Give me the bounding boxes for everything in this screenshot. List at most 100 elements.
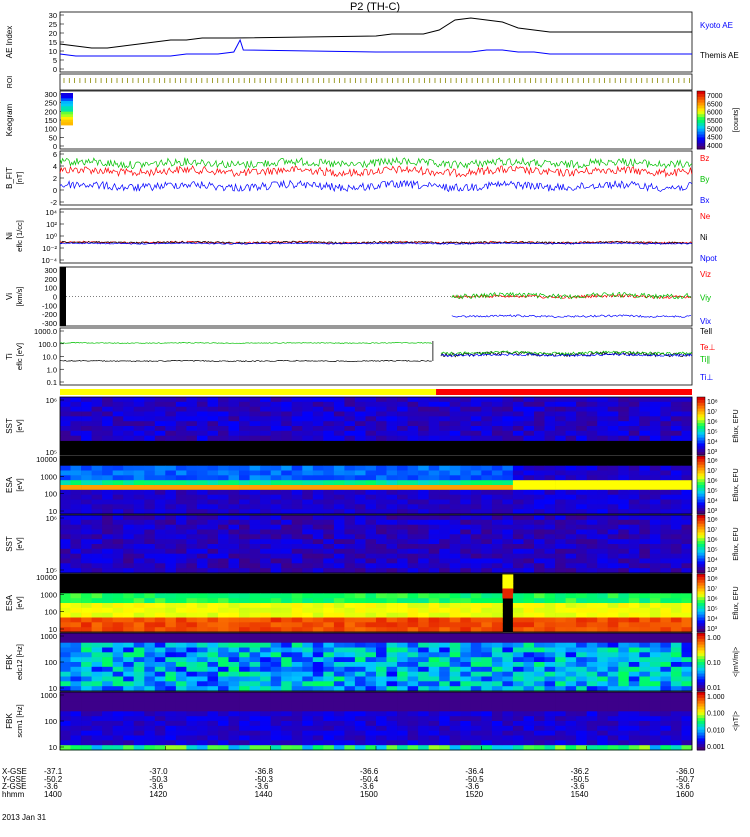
fbk-bfield-cell: [239, 696, 250, 702]
fbk-bfield-cell: [534, 701, 545, 707]
esa-ion-cell: [175, 617, 187, 623]
fbk-bfield-cell: [354, 725, 366, 731]
fbk-bfield-cell: [207, 696, 219, 702]
fbk-efield-cell: [376, 652, 387, 658]
sst-electron-cell: [123, 421, 135, 427]
esa-electron-cell: [154, 494, 166, 500]
fbk-bfield-cell: [365, 706, 377, 712]
sst-ion-cell: [628, 553, 640, 559]
esa-electron-cell: [544, 480, 556, 486]
esa-electron-cell: [460, 470, 472, 476]
esa-electron-cell: [555, 470, 566, 476]
sst-ion-cell: [491, 558, 503, 564]
esa-ion-cell: [175, 593, 187, 599]
sst-ion-cell: [586, 534, 598, 540]
sst-electron-colorbar-tick: 10³: [707, 449, 718, 456]
sst-electron-cell: [660, 401, 672, 407]
sst-electron-cell: [512, 426, 524, 432]
fbk-efield-cell: [439, 662, 451, 668]
sst-electron-cell: [175, 401, 187, 407]
sst-ion-cell: [60, 539, 71, 545]
sst-ion-cell: [639, 524, 651, 530]
fbk-efield-cell: [376, 647, 387, 653]
fbk-bfield-cell: [260, 692, 271, 698]
fbk-efield-cell: [544, 666, 556, 672]
sst-electron-cell: [196, 397, 208, 403]
sst-electron-cell: [175, 406, 187, 412]
sst-ion-cell: [102, 553, 113, 559]
sst-electron-cell: [460, 401, 472, 407]
fbk-efield-cell: [344, 633, 356, 639]
esa-electron-cell: [249, 465, 261, 471]
fbk-bfield-cell: [323, 730, 335, 736]
fbk-bfield-cell: [123, 716, 135, 722]
esa-ion-cell: [291, 622, 303, 628]
sst-ion-cell: [628, 544, 640, 550]
sst-electron-cell: [302, 406, 314, 412]
esa-electron-cell: [376, 504, 387, 510]
sst-ion-cell: [639, 515, 651, 521]
fbk-bfield-cell: [376, 740, 387, 746]
fbk-bfield-cell: [628, 725, 640, 731]
sst-electron-colorbar-cell: [697, 437, 705, 441]
sst-electron-cell: [123, 406, 135, 412]
esa-ion-cell: [628, 593, 640, 599]
sst-ion-cell: [407, 563, 419, 569]
esa-ion-cell: [260, 593, 271, 599]
fbk-efield-cell: [628, 652, 640, 658]
keogram-cell: [61, 117, 73, 121]
esa-ion-cell: [628, 607, 640, 613]
fbk-bfield-cell: [597, 721, 609, 727]
fbk-efield-cell: [249, 633, 261, 639]
fbk-efield-cell: [639, 676, 651, 682]
fbk-efield-cell: [291, 662, 303, 668]
fbk-efield-cell: [407, 633, 419, 639]
keogram-cell: [61, 114, 73, 118]
fbk-bfield-cell: [607, 721, 619, 727]
esa-ion-cell: [428, 603, 440, 609]
fbk-bfield-cell: [133, 740, 145, 746]
esa-electron-cell: [439, 475, 451, 481]
fbk-efield-cell: [470, 666, 482, 672]
esa-electron-cell: [260, 465, 271, 471]
sst-ion-cell: [260, 553, 271, 559]
sst-electron-cell: [481, 401, 493, 407]
sst-ion-cell: [365, 524, 377, 530]
fbk-efield-cell: [333, 671, 345, 677]
sst-ion-cell: [639, 539, 651, 545]
fbk-bfield-cell: [386, 735, 398, 741]
esa-ion-cell: [565, 617, 577, 623]
sst-ion-cell: [144, 515, 156, 521]
fbk-efield-cell: [397, 681, 408, 687]
sst-electron-cell: [502, 426, 514, 432]
fbk-efield-cell: [133, 662, 145, 668]
esa-electron-cell: [628, 499, 640, 505]
fbk-bfield-cell: [523, 716, 535, 722]
fbk-bfield-cell: [270, 692, 282, 698]
sst-ion-cell: [576, 519, 587, 525]
fbk-bfield-cell: [407, 740, 419, 746]
esa-electron-cell: [102, 480, 113, 486]
esa-ion-cell: [491, 593, 503, 599]
sst-electron-cell: [207, 406, 219, 412]
fbk-bfield-cell: [534, 721, 545, 727]
esa-ion-cell: [628, 603, 640, 609]
fbk-bfield-cell: [70, 692, 82, 698]
sst-electron-cell: [249, 406, 261, 412]
fbk-efield-cell: [481, 666, 493, 672]
esa-electron-cell: [607, 480, 619, 486]
sst-ion-cell: [565, 563, 577, 569]
fbk-efield-colorbar-cell: [697, 685, 705, 689]
sst-electron-cell: [565, 426, 577, 432]
sst-ion-cell: [354, 553, 366, 559]
esa-electron-cell: [196, 499, 208, 505]
fbk-efield-cell: [418, 657, 429, 663]
esa-ion-cell: [376, 607, 387, 613]
sst-ion-cell: [249, 548, 261, 554]
esa-electron-cell: [291, 499, 303, 505]
fbk-efield-cell: [144, 647, 156, 653]
fbk-bfield-cell: [312, 735, 324, 741]
fbk-efield-cell: [449, 657, 461, 663]
fbk-bfield-cell: [534, 725, 545, 731]
sst-electron-cell: [302, 430, 314, 436]
